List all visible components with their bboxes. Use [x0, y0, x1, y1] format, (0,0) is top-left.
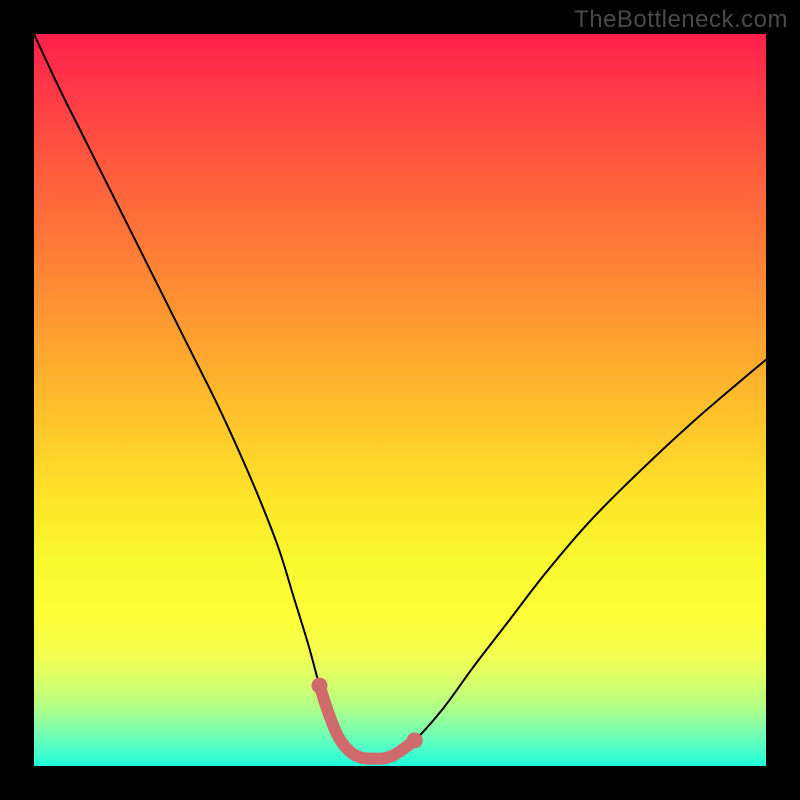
valley-highlight	[319, 685, 414, 758]
watermark-text: TheBottleneck.com	[574, 6, 788, 34]
valley-end-dot	[311, 677, 327, 693]
chart-frame: TheBottleneck.com	[0, 0, 800, 800]
plot-area	[34, 34, 766, 766]
chart-svg	[34, 34, 766, 766]
bottleneck-curve	[34, 34, 766, 759]
valley-end-dot	[407, 732, 423, 748]
